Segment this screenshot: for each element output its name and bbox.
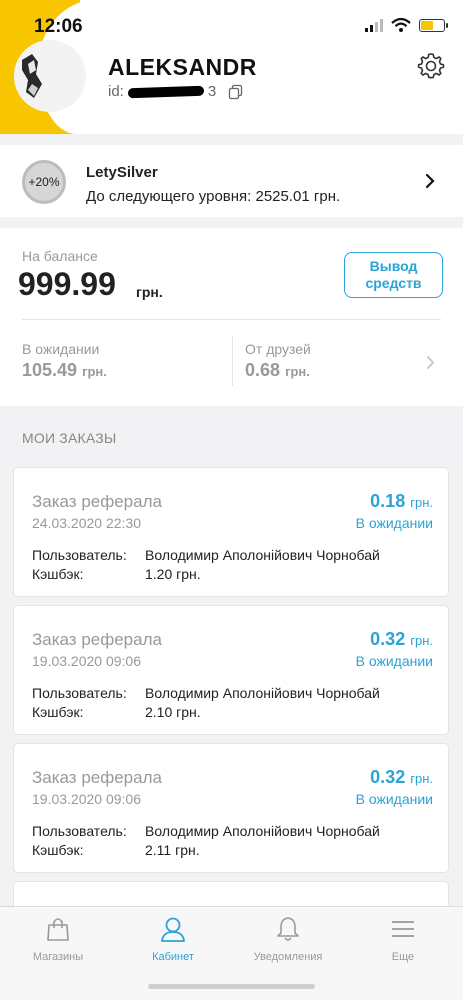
gear-icon[interactable] bbox=[417, 52, 445, 80]
order-amount-value: 0.32 bbox=[370, 767, 406, 787]
order-status: В ожидании bbox=[355, 515, 433, 531]
tab-shops[interactable]: Магазины bbox=[13, 915, 103, 963]
tab-more[interactable]: Еще bbox=[358, 915, 448, 963]
user-id: id: 3 bbox=[108, 83, 244, 100]
order-user-value: Володимир Аполонійович Чорнобай bbox=[145, 547, 380, 563]
user-icon bbox=[161, 917, 185, 942]
friends-label[interactable]: От друзей bbox=[245, 341, 311, 357]
order-amount-currency: грн. bbox=[410, 633, 433, 648]
avatar[interactable] bbox=[14, 40, 86, 112]
order-cashback-label: Кэшбэк: bbox=[32, 704, 84, 720]
divider bbox=[22, 319, 441, 320]
tab-label: Уведомления bbox=[253, 951, 323, 963]
order-user-label: Пользователь: bbox=[32, 823, 127, 839]
battery-icon bbox=[419, 18, 448, 32]
status-time: 12:06 bbox=[34, 16, 83, 37]
order-cashback-value: 2.10 грн. bbox=[145, 704, 201, 720]
level-badge: +20% bbox=[22, 160, 66, 204]
balance-label: На балансе bbox=[22, 248, 98, 264]
orders-section-title: МОИ ЗАКАЗЫ bbox=[22, 430, 117, 446]
level-next-text: До следующего уровня: 2525.01 грн. bbox=[86, 188, 341, 205]
order-amount: 0.32 грн. bbox=[370, 767, 433, 788]
chevron-right-icon[interactable] bbox=[426, 355, 435, 370]
order-amount-currency: грн. bbox=[410, 771, 433, 786]
tab-label: Еще bbox=[391, 951, 415, 963]
friends-amount: 0.68 bbox=[245, 360, 281, 380]
order-amount: 0.32 грн. bbox=[370, 629, 433, 650]
order-date: 19.03.2020 09:06 bbox=[32, 653, 141, 669]
level-name: LetySilver bbox=[86, 164, 158, 181]
tab-label: Кабинет bbox=[152, 951, 194, 963]
order-title: Заказ реферала bbox=[32, 630, 162, 649]
order-amount-value: 0.32 bbox=[370, 629, 406, 649]
username: ALEKSANDR bbox=[108, 54, 257, 80]
home-indicator[interactable] bbox=[148, 984, 315, 989]
order-title: Заказ реферала bbox=[32, 492, 162, 511]
copy-icon[interactable] bbox=[228, 84, 244, 100]
signal-icon bbox=[365, 18, 383, 32]
friends-currency: грн. bbox=[285, 364, 310, 379]
order-date: 24.03.2020 22:30 bbox=[32, 515, 141, 531]
pending-amount: 105.49 bbox=[22, 360, 78, 380]
order-cashback-value: 1.20 грн. bbox=[145, 566, 201, 582]
order-user-label: Пользователь: bbox=[32, 685, 127, 701]
order-date: 19.03.2020 09:06 bbox=[32, 791, 141, 807]
order-amount-currency: грн. bbox=[410, 495, 433, 510]
profile-header: 12:06 ALEKSANDR id: 3 bbox=[0, 0, 463, 134]
order-card[interactable]: Заказ реферала 19.03.2020 09:06 0.32 грн… bbox=[13, 743, 449, 873]
order-amount-value: 0.18 bbox=[370, 491, 406, 511]
order-user-label: Пользователь: bbox=[32, 547, 127, 563]
pending-value: 105.49 грн. bbox=[22, 360, 107, 381]
balance-currency: грн. bbox=[136, 284, 163, 300]
level-card[interactable]: +20% LetySilver До следующего уровня: 25… bbox=[0, 145, 463, 217]
order-cashback-label: Кэшбэк: bbox=[32, 566, 84, 582]
order-card[interactable]: Заказ реферала 19.03.2020 09:06 0.32 грн… bbox=[13, 605, 449, 735]
vertical-divider bbox=[232, 336, 233, 386]
order-cashback-value: 2.11 грн. bbox=[145, 842, 200, 858]
pending-currency: грн. bbox=[82, 364, 107, 379]
order-status: В ожидании bbox=[355, 653, 433, 669]
order-user-value: Володимир Аполонійович Чорнобай bbox=[145, 823, 380, 839]
withdraw-button[interactable]: Вывод средств bbox=[344, 252, 443, 298]
user-id-suffix: 3 bbox=[207, 83, 217, 100]
order-user-value: Володимир Аполонійович Чорнобай bbox=[145, 685, 380, 701]
redacted-id bbox=[127, 85, 204, 98]
user-id-label: id: bbox=[108, 83, 124, 100]
pending-label: В ожидании bbox=[22, 341, 100, 357]
order-amount: 0.18 грн. bbox=[370, 491, 433, 512]
balance-amount: 999.99 bbox=[18, 266, 116, 302]
balance-card: На балансе 999.99 грн. Вывод средств В о… bbox=[0, 228, 463, 406]
order-title: Заказ реферала bbox=[32, 768, 162, 787]
order-card[interactable]: Заказ реферала 24.03.2020 22:30 0.18 грн… bbox=[13, 467, 449, 597]
chevron-right-icon bbox=[425, 173, 435, 189]
tab-notifications[interactable]: Уведомления bbox=[243, 915, 333, 963]
menu-icon bbox=[392, 921, 414, 937]
tab-cabinet[interactable]: Кабинет bbox=[128, 915, 218, 963]
friends-value[interactable]: 0.68 грн. bbox=[245, 360, 310, 381]
order-status: В ожидании bbox=[355, 791, 433, 807]
bag-icon bbox=[47, 918, 69, 941]
wifi-icon bbox=[391, 18, 411, 32]
status-icons bbox=[365, 18, 448, 32]
tab-label: Магазины bbox=[32, 951, 84, 963]
bell-icon bbox=[277, 917, 299, 941]
order-cashback-label: Кэшбэк: bbox=[32, 842, 84, 858]
